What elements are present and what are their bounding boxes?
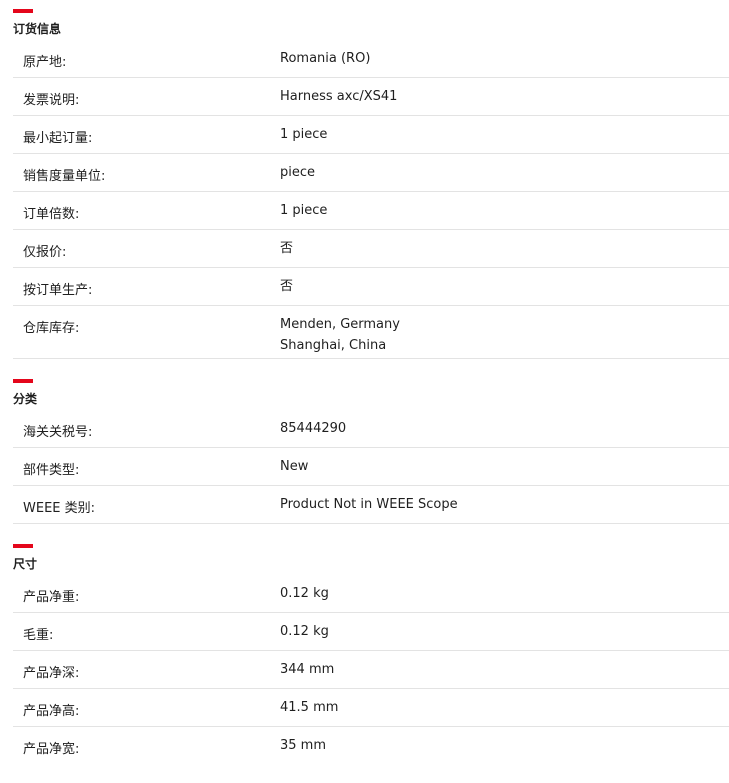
section-ordering-info: 订货信息 原产地: Romania (RO) 发票说明: Harness axc… <box>0 9 729 359</box>
row-value: 344 mm <box>280 662 335 677</box>
row-label: 产品净重: <box>23 590 80 605</box>
row-net-weight: 产品净重: 0.12 kg <box>13 575 729 613</box>
section-header: 尺寸 <box>0 544 729 575</box>
row-country-of-origin: 原产地: Romania (RO) <box>13 40 729 78</box>
row-label: 产品净高: <box>23 704 80 719</box>
section-title: 分类 <box>13 392 38 406</box>
row-label: 毛重: <box>23 628 54 643</box>
row-part-type: 部件类型: New <box>13 448 729 486</box>
row-warehouse-stock: 仓库库存: Menden, Germany Shanghai, China <box>13 306 729 359</box>
row-label: WEEE 类别: <box>23 501 96 516</box>
row-value: 否 <box>280 241 294 256</box>
row-value: 41.5 mm <box>280 700 339 715</box>
row-value: 否 <box>280 279 294 294</box>
row-value: Product Not in WEEE Scope <box>280 497 458 512</box>
section-accent-bar <box>13 9 33 13</box>
row-label: 部件类型: <box>23 463 80 478</box>
warehouse-location: Shanghai, China <box>280 338 387 353</box>
row-sales-unit: 销售度量单位: piece <box>13 154 729 192</box>
row-weee-category: WEEE 类别: Product Not in WEEE Scope <box>13 486 729 524</box>
row-label: 产品净宽: <box>23 742 80 757</box>
section-accent-bar <box>13 379 33 383</box>
row-label: 仅报价: <box>23 245 67 260</box>
row-minimum-order: 最小起订量: 1 piece <box>13 116 729 154</box>
row-value: 1 piece <box>280 203 328 218</box>
row-net-depth: 产品净深: 344 mm <box>13 651 729 689</box>
section-classification: 分类 海关关税号: 85444290 部件类型: New WEEE 类别: Pr… <box>0 379 729 524</box>
row-label: 销售度量单位: <box>23 169 106 184</box>
row-value: 85444290 <box>280 421 347 436</box>
row-made-to-order: 按订单生产: 否 <box>13 268 729 306</box>
row-value: Menden, Germany Shanghai, China <box>280 314 400 356</box>
row-value: New <box>280 459 309 474</box>
row-value: Harness axc/XS41 <box>280 89 398 104</box>
row-invoice-description: 发票说明: Harness axc/XS41 <box>13 78 729 116</box>
row-label: 产品净深: <box>23 666 80 681</box>
row-label: 最小起订量: <box>23 131 93 146</box>
product-details: 订货信息 原产地: Romania (RO) 发票说明: Harness axc… <box>0 9 729 765</box>
section-accent-bar <box>13 544 33 548</box>
row-label: 按订单生产: <box>23 283 93 298</box>
row-value: 0.12 kg <box>280 586 329 601</box>
row-value: piece <box>280 165 316 180</box>
row-value: 1 piece <box>280 127 328 142</box>
row-label: 发票说明: <box>23 93 80 108</box>
row-value: 35 mm <box>280 738 327 753</box>
section-dimensions: 尺寸 产品净重: 0.12 kg 毛重: 0.12 kg 产品净深: 344 m… <box>0 544 729 765</box>
row-value: 0.12 kg <box>280 624 329 639</box>
row-customs-tariff: 海关关税号: 85444290 <box>13 410 729 448</box>
section-title: 尺寸 <box>13 557 38 571</box>
row-gross-weight: 毛重: 0.12 kg <box>13 613 729 651</box>
row-quote-only: 仅报价: 否 <box>13 230 729 268</box>
row-label: 海关关税号: <box>23 425 93 440</box>
section-header: 订货信息 <box>0 9 729 40</box>
row-net-height: 产品净高: 41.5 mm <box>13 689 729 727</box>
row-label: 订单倍数: <box>23 207 80 222</box>
row-label: 仓库库存: <box>23 321 80 336</box>
section-header: 分类 <box>0 379 729 410</box>
row-value: Romania (RO) <box>280 51 371 66</box>
row-order-multiple: 订单倍数: 1 piece <box>13 192 729 230</box>
section-title: 订货信息 <box>13 22 62 36</box>
row-label: 原产地: <box>23 55 67 70</box>
row-net-width: 产品净宽: 35 mm <box>13 727 729 765</box>
warehouse-location: Menden, Germany <box>280 317 400 332</box>
